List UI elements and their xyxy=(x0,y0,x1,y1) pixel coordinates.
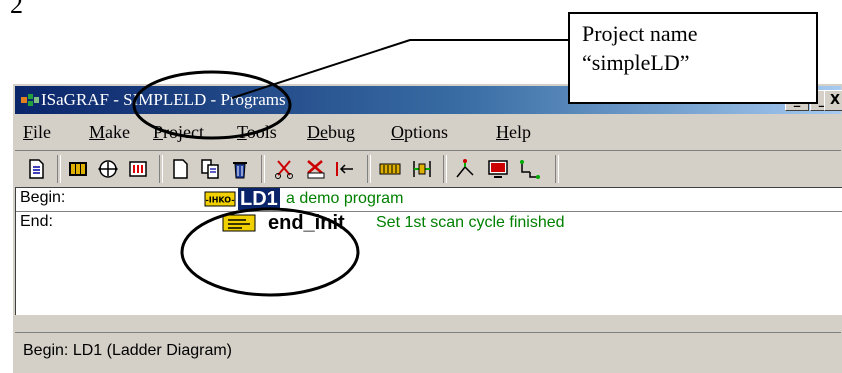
menu-project-label: roject xyxy=(163,122,204,142)
toolbar-separator xyxy=(443,155,447,183)
menu-tools[interactable]: Tools xyxy=(237,122,277,143)
io-connection-icon[interactable] xyxy=(125,157,151,181)
program-name[interactable]: LD1 xyxy=(238,188,280,210)
monitor-icon[interactable] xyxy=(485,157,511,181)
document-icon[interactable] xyxy=(23,157,49,181)
toolbar-separator xyxy=(261,155,265,183)
status-bar: Begin: LD1 (Ladder Diagram) xyxy=(15,332,841,367)
menu-help[interactable]: Help xyxy=(496,122,531,143)
menu-tools-label: ools xyxy=(246,122,277,142)
menu-make[interactable]: Make xyxy=(89,122,130,143)
callout-line-1: Project name xyxy=(582,21,698,46)
delete-program-icon[interactable] xyxy=(227,157,253,181)
menu-file[interactable]: File xyxy=(23,122,51,143)
new-program-icon[interactable] xyxy=(167,157,193,181)
menu-help-accel: H xyxy=(496,122,509,142)
verify-icon[interactable] xyxy=(303,157,329,181)
callout-line-2: “simpleLD” xyxy=(582,50,690,75)
compile-icon[interactable] xyxy=(95,157,121,181)
section-label: End: xyxy=(20,213,53,230)
menu-make-accel: M xyxy=(89,122,106,142)
section-label: Begin: xyxy=(20,189,66,206)
menu-options[interactable]: Options xyxy=(391,122,448,143)
ld-program-icon: -IHKO- xyxy=(204,191,236,207)
memory-icon[interactable] xyxy=(377,157,403,181)
cutoff-text: 2 xyxy=(10,0,23,19)
program-name[interactable]: end_init xyxy=(268,212,345,234)
isagraf-window: ISaGRAF - SIMPLELD - Programs _ _ X File… xyxy=(12,83,842,373)
link-icon[interactable] xyxy=(517,157,543,181)
debug-icon[interactable] xyxy=(409,157,435,181)
menu-project[interactable]: Project xyxy=(153,122,204,143)
toolbar-separator xyxy=(57,155,61,183)
dictionary-icon[interactable] xyxy=(65,157,91,181)
project-name-callout: Project name “simpleLD” xyxy=(568,12,818,104)
menu-debug-accel: De xyxy=(307,122,328,142)
program-row-end[interactable]: End: end_init Set 1st scan cycle finishe… xyxy=(16,212,842,236)
program-comment: a demo program xyxy=(286,190,404,207)
isagraf-app-icon[interactable] xyxy=(19,91,41,109)
menu-make-label: ake xyxy=(105,122,130,142)
copy-program-icon[interactable] xyxy=(197,157,223,181)
menu-project-accel: P xyxy=(153,122,164,142)
menu-file-label: ile xyxy=(33,122,52,142)
st-program-icon xyxy=(222,214,256,232)
toolbar-separator xyxy=(555,155,559,183)
status-text: Begin: LD1 (Ladder Diagram) xyxy=(23,342,232,359)
menu-debug[interactable]: Debug xyxy=(307,122,355,143)
simulate-icon[interactable] xyxy=(453,157,479,181)
toolbar-separator xyxy=(367,155,371,183)
menu-file-accel: F xyxy=(23,122,34,142)
program-list: Begin: -IHKO- LD1 a demo program End: en… xyxy=(15,187,842,315)
move-icon[interactable] xyxy=(331,157,357,181)
toolbar-separator xyxy=(159,155,163,183)
close-button[interactable]: X xyxy=(824,90,842,111)
menu-debug-label: bug xyxy=(328,122,355,142)
menu-bar: File Make Project Tools Debug Options He… xyxy=(15,118,841,146)
program-row-begin[interactable]: Begin: -IHKO- LD1 a demo program xyxy=(16,188,842,212)
svg-text:-IHKO-: -IHKO- xyxy=(205,196,234,205)
menu-options-accel: O xyxy=(391,122,404,142)
program-comment: Set 1st scan cycle finished xyxy=(376,214,565,231)
menu-options-label: ptions xyxy=(404,122,449,142)
cut-icon[interactable] xyxy=(271,157,297,181)
window-title: ISaGRAF - SIMPLELD - Programs xyxy=(41,90,286,109)
menu-help-label: elp xyxy=(509,122,531,142)
toolbar xyxy=(15,150,841,188)
menu-tools-accel: T xyxy=(237,122,247,142)
